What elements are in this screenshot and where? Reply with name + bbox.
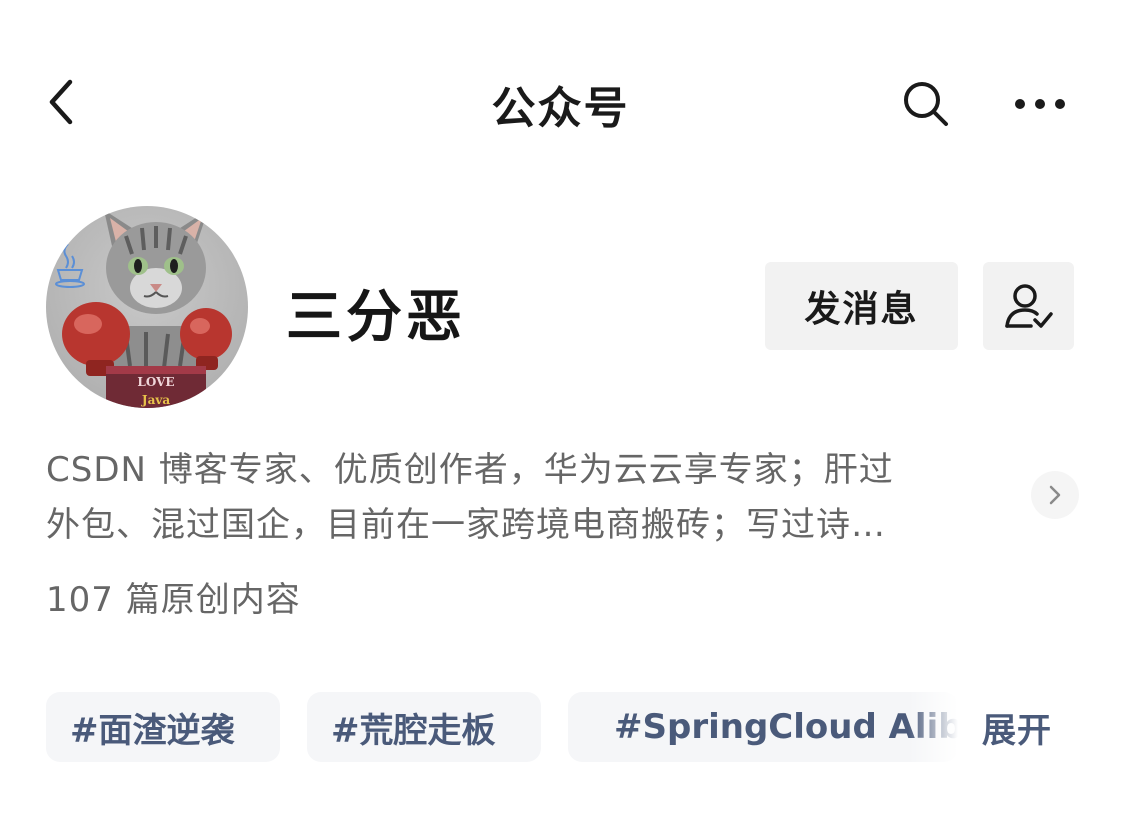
- boxing-cat-image: LOVE Java: [55, 210, 232, 408]
- more-horizontal-icon: [1015, 99, 1065, 109]
- java-logo-icon: [55, 243, 85, 288]
- send-message-button[interactable]: 发消息: [765, 262, 958, 350]
- search-icon: [904, 82, 948, 126]
- description-line-2: 外包、混过国企，目前在一家跨境电商搬砖；写过诗…: [46, 505, 886, 545]
- chevron-left-icon: [49, 79, 73, 125]
- account-name: 三分恶: [286, 285, 466, 350]
- tag-item[interactable]: #荒腔走板: [307, 692, 541, 762]
- search-button[interactable]: [894, 72, 958, 136]
- topic-tags: #面渣逆袭 #荒腔走板 #SpringCloud Alibaba 展开: [46, 692, 1106, 762]
- navigation-bar: 公众号: [0, 0, 1121, 200]
- description-line-1: CSDN 博客专家、优质创作者，华为云云享专家；肝过: [46, 450, 894, 490]
- original-article-count: 107 篇原创内容: [46, 580, 301, 620]
- follow-status-button[interactable]: [983, 262, 1074, 350]
- tag-item[interactable]: #SpringCloud Alibaba: [568, 692, 958, 762]
- tag-item[interactable]: #面渣逆袭: [46, 692, 280, 762]
- chevron-right-icon: [1049, 485, 1061, 505]
- account-description[interactable]: CSDN 博客专家、优质创作者，华为云云享专家；肝过 外包、混过国企，目前在一家…: [46, 443, 1021, 553]
- avatar-text-love: LOVE: [137, 375, 174, 389]
- back-button[interactable]: [30, 70, 94, 134]
- description-detail-button[interactable]: [1031, 471, 1079, 519]
- avatar-text-java: Java: [141, 393, 170, 407]
- expand-tags-button[interactable]: 展开: [982, 692, 1052, 762]
- more-button[interactable]: [1008, 72, 1072, 136]
- user-check-icon: [1004, 284, 1053, 328]
- avatar[interactable]: LOVE Java: [46, 206, 248, 408]
